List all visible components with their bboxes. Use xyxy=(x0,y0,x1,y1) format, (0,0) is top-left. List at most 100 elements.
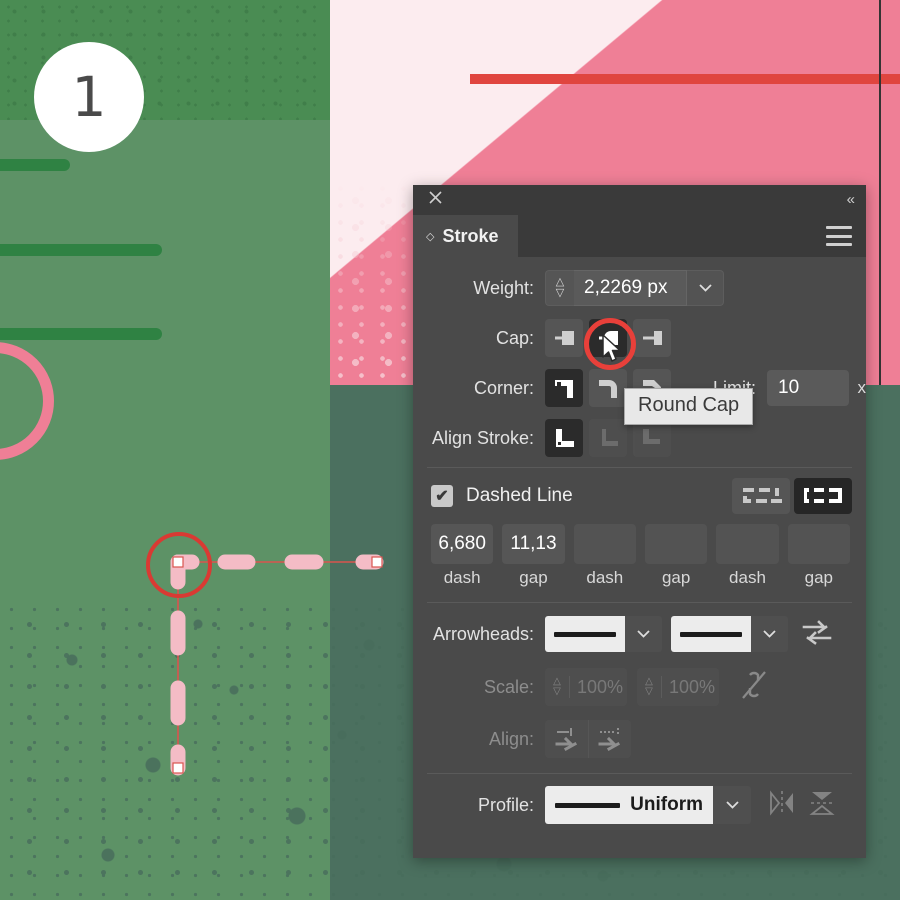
scale-start-value: 100% xyxy=(577,676,624,697)
dash-caption-2: gap xyxy=(519,568,548,587)
dash-field-cell: dash xyxy=(573,524,636,588)
broken-link-icon[interactable] xyxy=(741,670,767,705)
dash-input-3[interactable] xyxy=(573,524,636,564)
dash-input-5[interactable] xyxy=(716,524,779,564)
weight-label: Weight: xyxy=(473,277,534,298)
miter-limit-input[interactable]: 10 xyxy=(767,370,849,406)
dash-align-corners-icon[interactable] xyxy=(794,478,852,514)
dash-caption-6: gap xyxy=(804,568,833,587)
artboard-green-bar xyxy=(0,328,162,340)
dash-caption-4: gap xyxy=(661,568,691,587)
tab-stroke[interactable]: ◇ Stroke xyxy=(413,215,518,257)
weight-field-group[interactable]: △ ▽ 2,2269 px xyxy=(545,270,724,306)
artboard-green-bar xyxy=(0,159,70,171)
dash-input-2[interactable]: 11,13 xyxy=(502,524,565,564)
scale-label: Scale: xyxy=(483,676,534,697)
arrowhead-end-chevron-down-icon[interactable] xyxy=(751,616,788,652)
flip-vertical-icon[interactable] xyxy=(809,789,835,822)
profile-dropdown[interactable]: Uniform xyxy=(545,786,751,824)
arrowhead-start-dropdown[interactable] xyxy=(545,616,662,652)
dashed-line-row: ✔ Dashed Line xyxy=(413,472,866,520)
panel-body: Weight: △ ▽ 2,2269 px Cap: Corner: 10 x … xyxy=(413,257,866,832)
dash-input-6[interactable] xyxy=(787,524,850,564)
scale-end-stepper[interactable]: △ ▽ xyxy=(637,677,661,697)
align-stroke-center-icon[interactable] xyxy=(545,419,583,457)
weight-input[interactable]: 2,2269 px xyxy=(574,270,687,306)
arrowhead-start-chevron-down-icon[interactable] xyxy=(625,616,662,652)
limit-suffix-label: x xyxy=(857,378,867,397)
dash-caption-1: dash xyxy=(443,568,481,587)
profile-value: Uniform xyxy=(630,794,703,815)
stepper-down-icon[interactable]: ▽ xyxy=(556,288,564,299)
weight-stepper[interactable]: △ ▽ xyxy=(545,270,574,306)
profile-preview: Uniform xyxy=(545,786,713,824)
dash-caption-5: dash xyxy=(729,568,766,587)
stroke-panel: « ◇ Stroke Weight: △ ▽ 2,2269 px Cap: Co… xyxy=(413,185,866,858)
align-arrowheads-group xyxy=(545,720,631,758)
dash-field-cell: gap xyxy=(787,524,850,588)
dash-input-1[interactable]: 6,680 xyxy=(431,524,494,564)
checkmark-icon: ✔ xyxy=(435,488,449,505)
artboard-red-horizontal-line xyxy=(470,74,900,84)
hamburger-menu-icon[interactable] xyxy=(826,226,852,246)
step-number-badge: 1 xyxy=(34,42,144,152)
weight-row: Weight: △ ▽ 2,2269 px xyxy=(413,263,866,313)
round-join-icon[interactable] xyxy=(589,369,627,407)
dashed-line-label: Dashed Line xyxy=(466,485,573,506)
annotation-circle-path-corner xyxy=(146,532,212,598)
mouse-cursor-icon xyxy=(602,334,621,362)
cap-label: Cap: xyxy=(495,327,534,348)
scale-start-stepper[interactable]: △ ▽ xyxy=(545,677,569,697)
dash-field-cell: 11,13 gap xyxy=(502,524,565,588)
miter-join-icon[interactable] xyxy=(545,369,583,407)
arrowhead-end-dropdown[interactable] xyxy=(671,616,788,652)
dash-caption-3: dash xyxy=(586,568,624,587)
align-stroke-label: Align Stroke: xyxy=(431,427,534,448)
section-divider xyxy=(427,773,852,774)
section-divider xyxy=(427,602,852,603)
panel-title: Stroke xyxy=(442,225,499,246)
arrowheads-row: Arrowheads: xyxy=(413,607,866,661)
arrowhead-start-preview xyxy=(545,616,625,652)
scale-row: Scale: △ ▽ 100% △ ▽ 100% xyxy=(413,661,866,713)
dashed-line-checkbox[interactable]: ✔ xyxy=(431,485,453,507)
step-number-label: 1 xyxy=(71,65,107,129)
scale-start-input[interactable]: △ ▽ 100% xyxy=(545,668,627,706)
section-divider xyxy=(427,467,852,468)
scale-end-input[interactable]: △ ▽ 100% xyxy=(637,668,719,706)
arrowheads-label: Arrowheads: xyxy=(432,623,534,644)
artboard-vertical-guide-line xyxy=(879,0,881,385)
align-arrowheads-row: Align: xyxy=(413,713,866,765)
panel-tabbar: ◇ Stroke xyxy=(413,215,866,257)
scale-end-value: 100% xyxy=(669,676,716,697)
dash-preserve-exact-icon[interactable] xyxy=(732,478,790,514)
artboard-green-bar xyxy=(0,244,162,256)
arrowhead-end-preview xyxy=(671,616,751,652)
collapse-panel-icon[interactable]: « xyxy=(847,189,855,211)
dash-field-cell: 6,680 dash xyxy=(431,524,494,588)
panel-titlebar: « xyxy=(413,185,866,215)
dash-gap-fields: 6,680 dash 11,13 gap dash gap dash gap xyxy=(413,520,866,588)
projecting-cap-icon[interactable] xyxy=(633,319,671,357)
dash-field-cell: gap xyxy=(644,524,708,588)
flip-horizontal-icon[interactable] xyxy=(769,789,795,822)
profile-row: Profile: Uniform xyxy=(413,778,866,832)
close-icon[interactable] xyxy=(424,189,446,211)
extend-arrow-beyond-end-icon[interactable] xyxy=(545,720,588,758)
panel-anchor-icon: ◇ xyxy=(426,230,435,243)
cap-row: Cap: xyxy=(413,313,866,363)
dash-field-cell: dash xyxy=(716,524,779,588)
profile-chevron-down-icon[interactable] xyxy=(713,786,751,824)
tooltip-round-cap: Round Cap xyxy=(624,388,754,425)
align-stroke-inside-icon[interactable] xyxy=(589,419,627,457)
dash-input-4[interactable] xyxy=(644,524,708,564)
swap-arrows-icon[interactable] xyxy=(802,619,832,650)
place-arrow-at-end-icon[interactable] xyxy=(588,720,631,758)
screenshot-canvas: 1 « ◇ Stroke Weight: △ ▽ 2,2269 px Cap: … xyxy=(0,0,900,900)
weight-dropdown-chevron-down-icon[interactable] xyxy=(687,270,724,306)
corner-label: Corner: xyxy=(473,377,534,398)
butt-cap-icon[interactable] xyxy=(545,319,583,357)
dash-preset-group xyxy=(732,478,852,514)
align-arrowheads-label: Align: xyxy=(488,728,534,749)
profile-label: Profile: xyxy=(477,794,534,815)
